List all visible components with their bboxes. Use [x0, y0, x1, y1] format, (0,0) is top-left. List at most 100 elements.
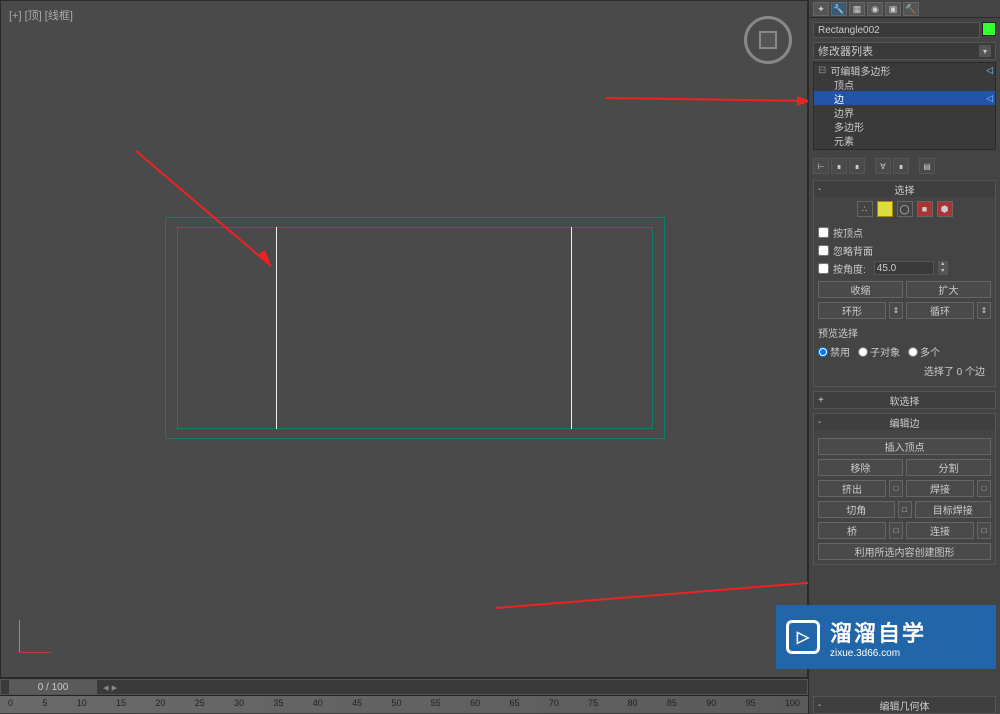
shrink-button[interactable]: 收缩: [818, 281, 903, 298]
stack-toolbar: ⊢ ∎ ∎ ∀ ∎ ▤: [813, 156, 996, 176]
show-result-icon[interactable]: ∎: [831, 158, 847, 174]
preview-multi-radio[interactable]: [908, 347, 918, 357]
minus-icon: -: [818, 700, 821, 711]
bridge-settings-icon[interactable]: □: [889, 522, 903, 539]
weld-settings-icon[interactable]: □: [977, 480, 991, 497]
minus-icon: -: [818, 417, 821, 428]
timeline-handle[interactable]: 0 / 100: [9, 680, 97, 694]
loop-spinner[interactable]: ⇕: [977, 302, 991, 319]
ruler-tick: 5: [42, 696, 47, 713]
stack-root[interactable]: ⊟ 可编辑多边形 ◁: [814, 63, 995, 77]
tab-motion-icon[interactable]: ◉: [867, 2, 883, 16]
ruler-tick: 90: [706, 696, 716, 713]
tab-utilities-icon[interactable]: 🔨: [903, 2, 919, 16]
stack-options-icon[interactable]: ▤: [919, 158, 935, 174]
rollout-soft-selection: + 软选择: [813, 391, 996, 409]
rollout-selection-header[interactable]: - 选择: [814, 181, 995, 197]
stack-border[interactable]: 边界: [814, 105, 995, 119]
ignore-backface-checkbox[interactable]: [818, 245, 829, 256]
ring-spinner[interactable]: ⇕: [889, 302, 903, 319]
axis-y: [19, 620, 20, 652]
rollout-soft-selection-header[interactable]: + 软选择: [814, 392, 995, 408]
connect-settings-icon[interactable]: □: [977, 522, 991, 539]
loop-button[interactable]: 循环: [906, 302, 974, 319]
rollout-selection: - 选择 ∴ ◁ ◯ ■ ⬢ 按顶点 忽略背面 按角度:: [813, 180, 996, 387]
subobj-vertex-icon[interactable]: ∴: [857, 201, 873, 217]
plus-icon: +: [818, 395, 824, 406]
create-shape-button[interactable]: 利用所选内容创建图形: [818, 543, 991, 560]
preview-subobj-radio[interactable]: [858, 347, 868, 357]
pin-stack-icon[interactable]: ⊢: [813, 158, 829, 174]
ruler-tick: 30: [234, 696, 244, 713]
viewport-label[interactable]: [+] [顶] [线框]: [9, 7, 73, 23]
stack-element[interactable]: 元素: [814, 133, 995, 147]
spinner-buttons[interactable]: ▴▾: [938, 261, 948, 275]
ruler-tick: 85: [667, 696, 677, 713]
timeline-slider[interactable]: 0 / 100 ◂ ▸: [0, 679, 808, 695]
timeline[interactable]: 0 / 100 ◂ ▸ 0 5 10 15 20 25 30 35 40 45 …: [0, 678, 808, 714]
modifier-stack[interactable]: ⊟ 可编辑多边形 ◁ 顶点 边◁ 边界 多边形 元素: [813, 62, 996, 150]
bridge-button[interactable]: 桥: [818, 522, 886, 539]
chamfer-button[interactable]: 切角: [818, 501, 895, 518]
rollout-edit-edges: - 编辑边 插入顶点 移除 分割 挤出 □ 焊接 □ 切角 □ 目标焊接: [813, 413, 996, 565]
watermark: ▷ 溜溜自学 zixue.3d66.com: [776, 605, 996, 669]
ruler-tick: 75: [588, 696, 598, 713]
subobj-border-icon[interactable]: ◯: [897, 201, 913, 217]
angle-spinner[interactable]: [874, 261, 934, 275]
rectangle-inner[interactable]: [177, 227, 653, 429]
split-button[interactable]: 分割: [906, 459, 991, 476]
modifier-list-dropdown[interactable]: 修改器列表 ▾: [813, 42, 996, 60]
ruler-tick: 10: [77, 696, 87, 713]
timeline-ruler[interactable]: 0 5 10 15 20 25 30 35 40 45 50 55 60 65 …: [0, 695, 808, 713]
preview-disable-radio[interactable]: [818, 347, 828, 357]
viewcube-face[interactable]: [759, 31, 777, 49]
grow-button[interactable]: 扩大: [906, 281, 991, 298]
tab-modify-icon[interactable]: 🔧: [831, 2, 847, 16]
object-color-swatch[interactable]: [982, 22, 996, 36]
make-unique-icon[interactable]: ∎: [849, 158, 865, 174]
viewcube[interactable]: [744, 16, 792, 64]
annotation-arrow-2: [601, 86, 821, 116]
tab-create-icon[interactable]: ✦: [813, 2, 829, 16]
stack-edge[interactable]: 边◁: [814, 91, 995, 105]
tab-display-icon[interactable]: ▣: [885, 2, 901, 16]
target-weld-button[interactable]: 目标焊接: [915, 501, 992, 518]
extrude-settings-icon[interactable]: □: [889, 480, 903, 497]
selected-edge-1[interactable]: [276, 227, 277, 429]
ruler-tick: 35: [273, 696, 283, 713]
ruler-tick: 70: [549, 696, 559, 713]
watermark-title: 溜溜自学: [830, 616, 926, 648]
object-name-input[interactable]: [813, 22, 980, 38]
remove-modifier-icon[interactable]: ∀: [875, 158, 891, 174]
rollout-edit-edges-header[interactable]: - 编辑边: [814, 414, 995, 430]
chevron-down-icon: ▾: [979, 45, 991, 57]
by-vertex-checkbox[interactable]: [818, 227, 829, 238]
by-angle-label: 按角度:: [833, 261, 866, 276]
ruler-tick: 55: [431, 696, 441, 713]
chamfer-settings-icon[interactable]: □: [898, 501, 912, 518]
rollout-edit-geometry-header[interactable]: - 编辑几何体: [814, 697, 995, 713]
configure-sets-icon[interactable]: ∎: [893, 158, 909, 174]
subobj-polygon-icon[interactable]: ■: [917, 201, 933, 217]
ruler-tick: 80: [628, 696, 638, 713]
remove-button[interactable]: 移除: [818, 459, 903, 476]
modifier-list-label: 修改器列表: [818, 43, 873, 59]
viewport[interactable]: [+] [顶] [线框]: [0, 0, 808, 678]
extrude-button[interactable]: 挤出: [818, 480, 886, 497]
ignore-backface-label: 忽略背面: [833, 243, 873, 258]
insert-vertex-button[interactable]: 插入顶点: [818, 438, 991, 455]
weld-button[interactable]: 焊接: [906, 480, 974, 497]
subobj-element-icon[interactable]: ⬢: [937, 201, 953, 217]
tab-hierarchy-icon[interactable]: ▦: [849, 2, 865, 16]
stack-vertex[interactable]: 顶点: [814, 77, 995, 91]
subobj-edge-icon[interactable]: ◁: [877, 201, 893, 217]
selected-edge-2[interactable]: [571, 227, 572, 429]
play-icon: ▷: [786, 620, 820, 654]
ring-button[interactable]: 环形: [818, 302, 886, 319]
ruler-tick: 15: [116, 696, 126, 713]
by-vertex-label: 按顶点: [833, 225, 863, 240]
by-angle-checkbox[interactable]: [818, 263, 829, 274]
stack-polygon[interactable]: 多边形: [814, 119, 995, 133]
connect-button[interactable]: 连接: [906, 522, 974, 539]
ruler-tick: 25: [195, 696, 205, 713]
